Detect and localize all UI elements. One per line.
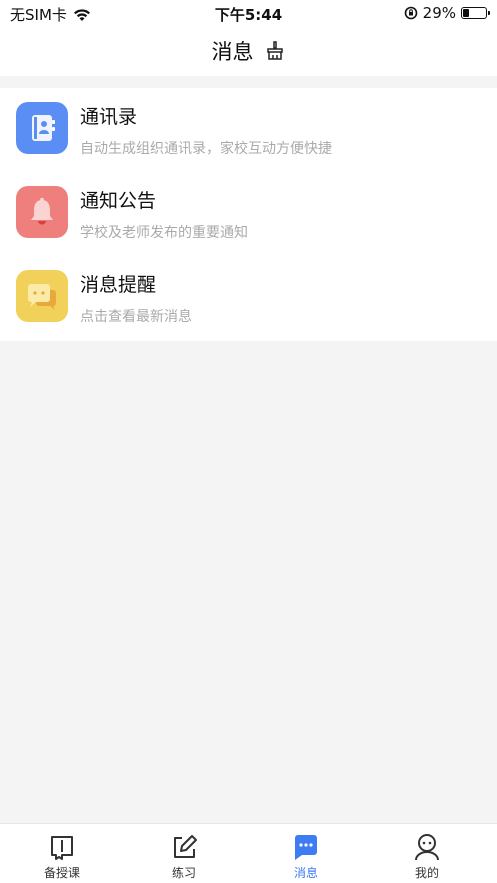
list-item-title: 消息提醒 (80, 274, 157, 296)
tab-label: 我的 (414, 866, 439, 880)
tab-lessons[interactable]: 备授课 (22, 832, 102, 881)
tab-label: 备授课 (43, 866, 80, 880)
book-icon (51, 836, 73, 860)
tab-profile[interactable]: 我的 (387, 832, 467, 881)
edit-icon (174, 835, 197, 858)
bell-icon (16, 186, 68, 238)
list-item-contacts[interactable]: 通讯录 自动生成组织通讯录，家校互动方便快捷 (0, 88, 497, 172)
message-icon (295, 835, 317, 860)
tab-label: 消息 (293, 866, 318, 880)
tab-messages[interactable]: 消息 (266, 832, 346, 881)
tab-label: 练习 (171, 866, 196, 880)
contacts-book-icon (16, 102, 68, 154)
list-item-reminders[interactable]: 消息提醒 点击查看最新消息 (0, 256, 497, 340)
status-right: 29% (404, 4, 490, 22)
list-item-title: 通讯录 (80, 106, 138, 128)
battery-percent: 29% (422, 4, 456, 22)
clear-broom-icon[interactable] (264, 40, 286, 62)
chat-bubble-icon (16, 270, 68, 322)
bottom-tab-bar: 备授课 练习 消息 我的 (0, 823, 497, 883)
nav-bar: 消息 (0, 26, 497, 76)
list-item-title: 通知公告 (80, 190, 157, 212)
list-item-subtitle: 点击查看最新消息 (80, 309, 192, 325)
profile-icon (415, 834, 439, 861)
message-category-list: 通讯录 自动生成组织通讯录，家校互动方便快捷 通知公告 学校及老师发布的重要通知 (0, 88, 497, 341)
battery-icon (461, 7, 490, 19)
list-item-notices[interactable]: 通知公告 学校及老师发布的重要通知 (0, 172, 497, 256)
list-item-subtitle: 自动生成组织通讯录，家校互动方便快捷 (80, 141, 332, 157)
list-item-subtitle: 学校及老师发布的重要通知 (80, 225, 248, 241)
status-bar: 无SIM卡 下午5:44 29% (0, 0, 497, 26)
orientation-lock-icon (404, 6, 417, 20)
tab-practice[interactable]: 练习 (144, 832, 224, 881)
page-title: 消息 (211, 40, 254, 64)
